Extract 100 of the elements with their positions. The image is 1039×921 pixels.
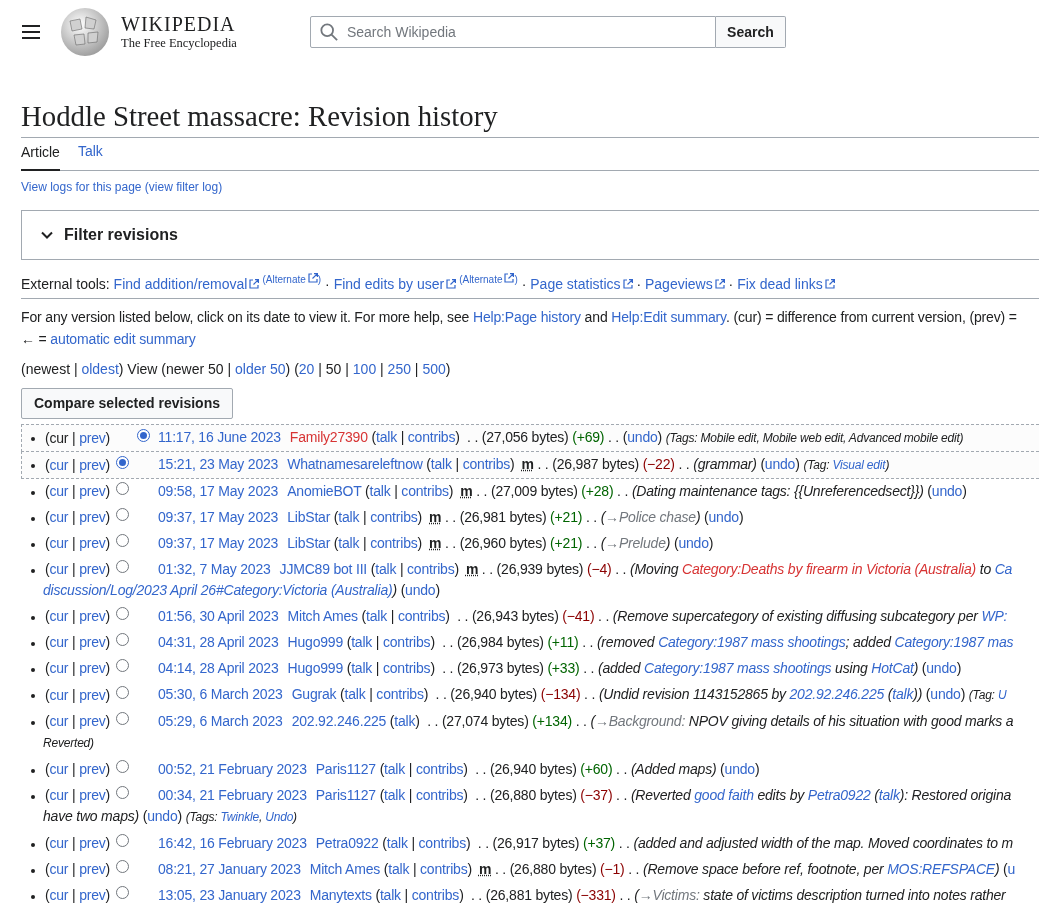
summary-link[interactable]: discussion/Log/2023 April 26#Category:Victoria (Australia) [43, 582, 393, 598]
external-link[interactable]: Pageviews [645, 273, 725, 295]
link[interactable]: talk [384, 761, 406, 777]
user-link[interactable]: Family27390 [289, 429, 368, 445]
user-link[interactable]: Whatnamesareleftnow [287, 456, 423, 472]
link[interactable]: prev [79, 761, 106, 777]
link[interactable]: contribs [411, 887, 460, 903]
summary-link[interactable]: Petra0922 [807, 787, 871, 803]
user-link[interactable]: Hugo999 [287, 660, 343, 676]
summary-link[interactable]: Category:Deaths by firearm in Victoria (Australia) [682, 561, 977, 577]
revision-date-link[interactable]: 00:34, 21 February 2023 [158, 787, 307, 803]
radio-button[interactable] [115, 860, 129, 873]
link[interactable]: automatic edit summary [50, 331, 196, 347]
user-link[interactable]: Mitch Ames [309, 861, 381, 877]
revision-date-link[interactable]: 11:17, 16 June 2023 [158, 429, 281, 445]
link[interactable]: cur [49, 561, 69, 577]
link[interactable]: Help:Page history [472, 309, 581, 325]
radio-button[interactable] [115, 508, 129, 521]
link[interactable]: prev [79, 713, 106, 729]
radio-button[interactable] [115, 886, 129, 899]
link[interactable]: prev [79, 660, 106, 676]
link[interactable]: cur [49, 861, 69, 877]
link[interactable]: contribs [370, 535, 418, 551]
link[interactable]: contribs [462, 456, 511, 472]
revision-date-link[interactable]: 05:30, 6 March 2023 [158, 686, 283, 702]
user-link[interactable]: AnomieBOT [287, 483, 362, 499]
link[interactable]: undo [930, 686, 961, 702]
tag-link[interactable]: U [997, 688, 1007, 702]
link[interactable]: contribs [397, 608, 446, 624]
summary-link[interactable]: 202.92.246.225 [789, 686, 885, 702]
summary-link[interactable]: HotCat [871, 660, 914, 676]
link[interactable]: View logs for this page [21, 180, 142, 194]
external-link[interactable]: Find addition/removal [113, 273, 260, 295]
link[interactable]: prev [79, 861, 106, 877]
user-link[interactable]: Paris1127 [315, 787, 376, 803]
link[interactable]: 20 [298, 361, 315, 377]
tag-link[interactable]: Twinkle [220, 810, 259, 824]
link[interactable]: talk [366, 608, 388, 624]
summary-link[interactable]: Category:1987 mas [894, 634, 1014, 650]
alternate-link[interactable]: (Alternate ) [459, 273, 518, 287]
user-link[interactable]: JJMC89 bot III [279, 561, 368, 577]
link[interactable]: talk [384, 787, 406, 803]
link[interactable]: cur [49, 787, 69, 803]
link[interactable]: prev [79, 509, 106, 525]
filter-revisions-toggle[interactable]: Filter revisions [21, 210, 1039, 260]
revision-date-link[interactable]: 15:21, 23 May 2023 [158, 456, 279, 472]
link[interactable]: prev [79, 634, 106, 650]
radio-button[interactable] [115, 659, 129, 672]
link[interactable]: talk [351, 660, 373, 676]
user-link[interactable]: Hugo999 [287, 634, 343, 650]
link[interactable]: Help:Edit summary [611, 309, 726, 325]
link[interactable]: talk [338, 535, 360, 551]
radio-button[interactable] [115, 834, 129, 847]
revision-date-link[interactable]: 05:29, 6 March 2023 [158, 713, 283, 729]
external-link[interactable]: Page statistics [530, 273, 633, 295]
link[interactable]: (view filter log) [141, 180, 223, 194]
link[interactable]: contribs [407, 561, 455, 577]
compare-revisions-button[interactable]: Compare selected revisions [21, 388, 233, 419]
user-link[interactable]: LibStar [287, 535, 331, 551]
revision-date-link[interactable]: 13:05, 23 January 2023 [158, 887, 301, 903]
link[interactable]: cur [49, 634, 69, 650]
link[interactable]: contribs [420, 861, 468, 877]
link[interactable]: prev [79, 429, 106, 446]
tab[interactable]: Article [21, 142, 60, 171]
user-link[interactable]: Gugrak [291, 686, 337, 702]
link[interactable]: 500 [422, 361, 446, 377]
link[interactable]: contribs [415, 787, 464, 803]
link[interactable]: cur [49, 887, 69, 903]
user-link[interactable]: LibStar [287, 509, 331, 525]
link[interactable]: talk [386, 835, 408, 851]
search-field[interactable]: Search Wikipedia [309, 16, 716, 48]
link[interactable]: cur [49, 608, 69, 624]
link[interactable]: cur [49, 761, 69, 777]
revision-date-link[interactable]: 08:21, 27 January 2023 [158, 861, 301, 877]
section-link[interactable]: →Police chase [605, 509, 696, 525]
link[interactable]: contribs [370, 509, 418, 525]
link[interactable]: talk [388, 861, 410, 877]
radio-button[interactable] [115, 633, 129, 646]
radio-button[interactable] [115, 760, 129, 773]
link[interactable]: talk [430, 456, 452, 472]
link[interactable]: cur [49, 660, 69, 676]
link[interactable]: cur [49, 456, 69, 473]
link[interactable]: cur [49, 686, 69, 703]
link[interactable]: prev [79, 686, 106, 703]
link[interactable]: undo [931, 483, 963, 499]
user-link[interactable]: Petra0922 [315, 835, 379, 851]
menu-icon[interactable] [22, 25, 40, 39]
radio-button[interactable] [115, 560, 129, 573]
summary-link[interactable]: MOS:REFSPACE [887, 861, 995, 877]
globe-logo[interactable] [60, 7, 110, 57]
section-link[interactable]: →Prelude [605, 535, 666, 551]
link[interactable]: talk [375, 429, 397, 445]
link[interactable]: 100 [352, 361, 377, 377]
search-button[interactable]: Search [715, 16, 786, 48]
radio-button[interactable] [115, 712, 129, 725]
summary-link[interactable]: Ca [994, 561, 1013, 577]
summary-link[interactable]: good faith [694, 787, 754, 803]
user-link[interactable]: Paris1127 [315, 761, 376, 777]
alternate-link[interactable]: (Alternate ) [262, 273, 322, 287]
radio-button[interactable] [115, 685, 129, 699]
